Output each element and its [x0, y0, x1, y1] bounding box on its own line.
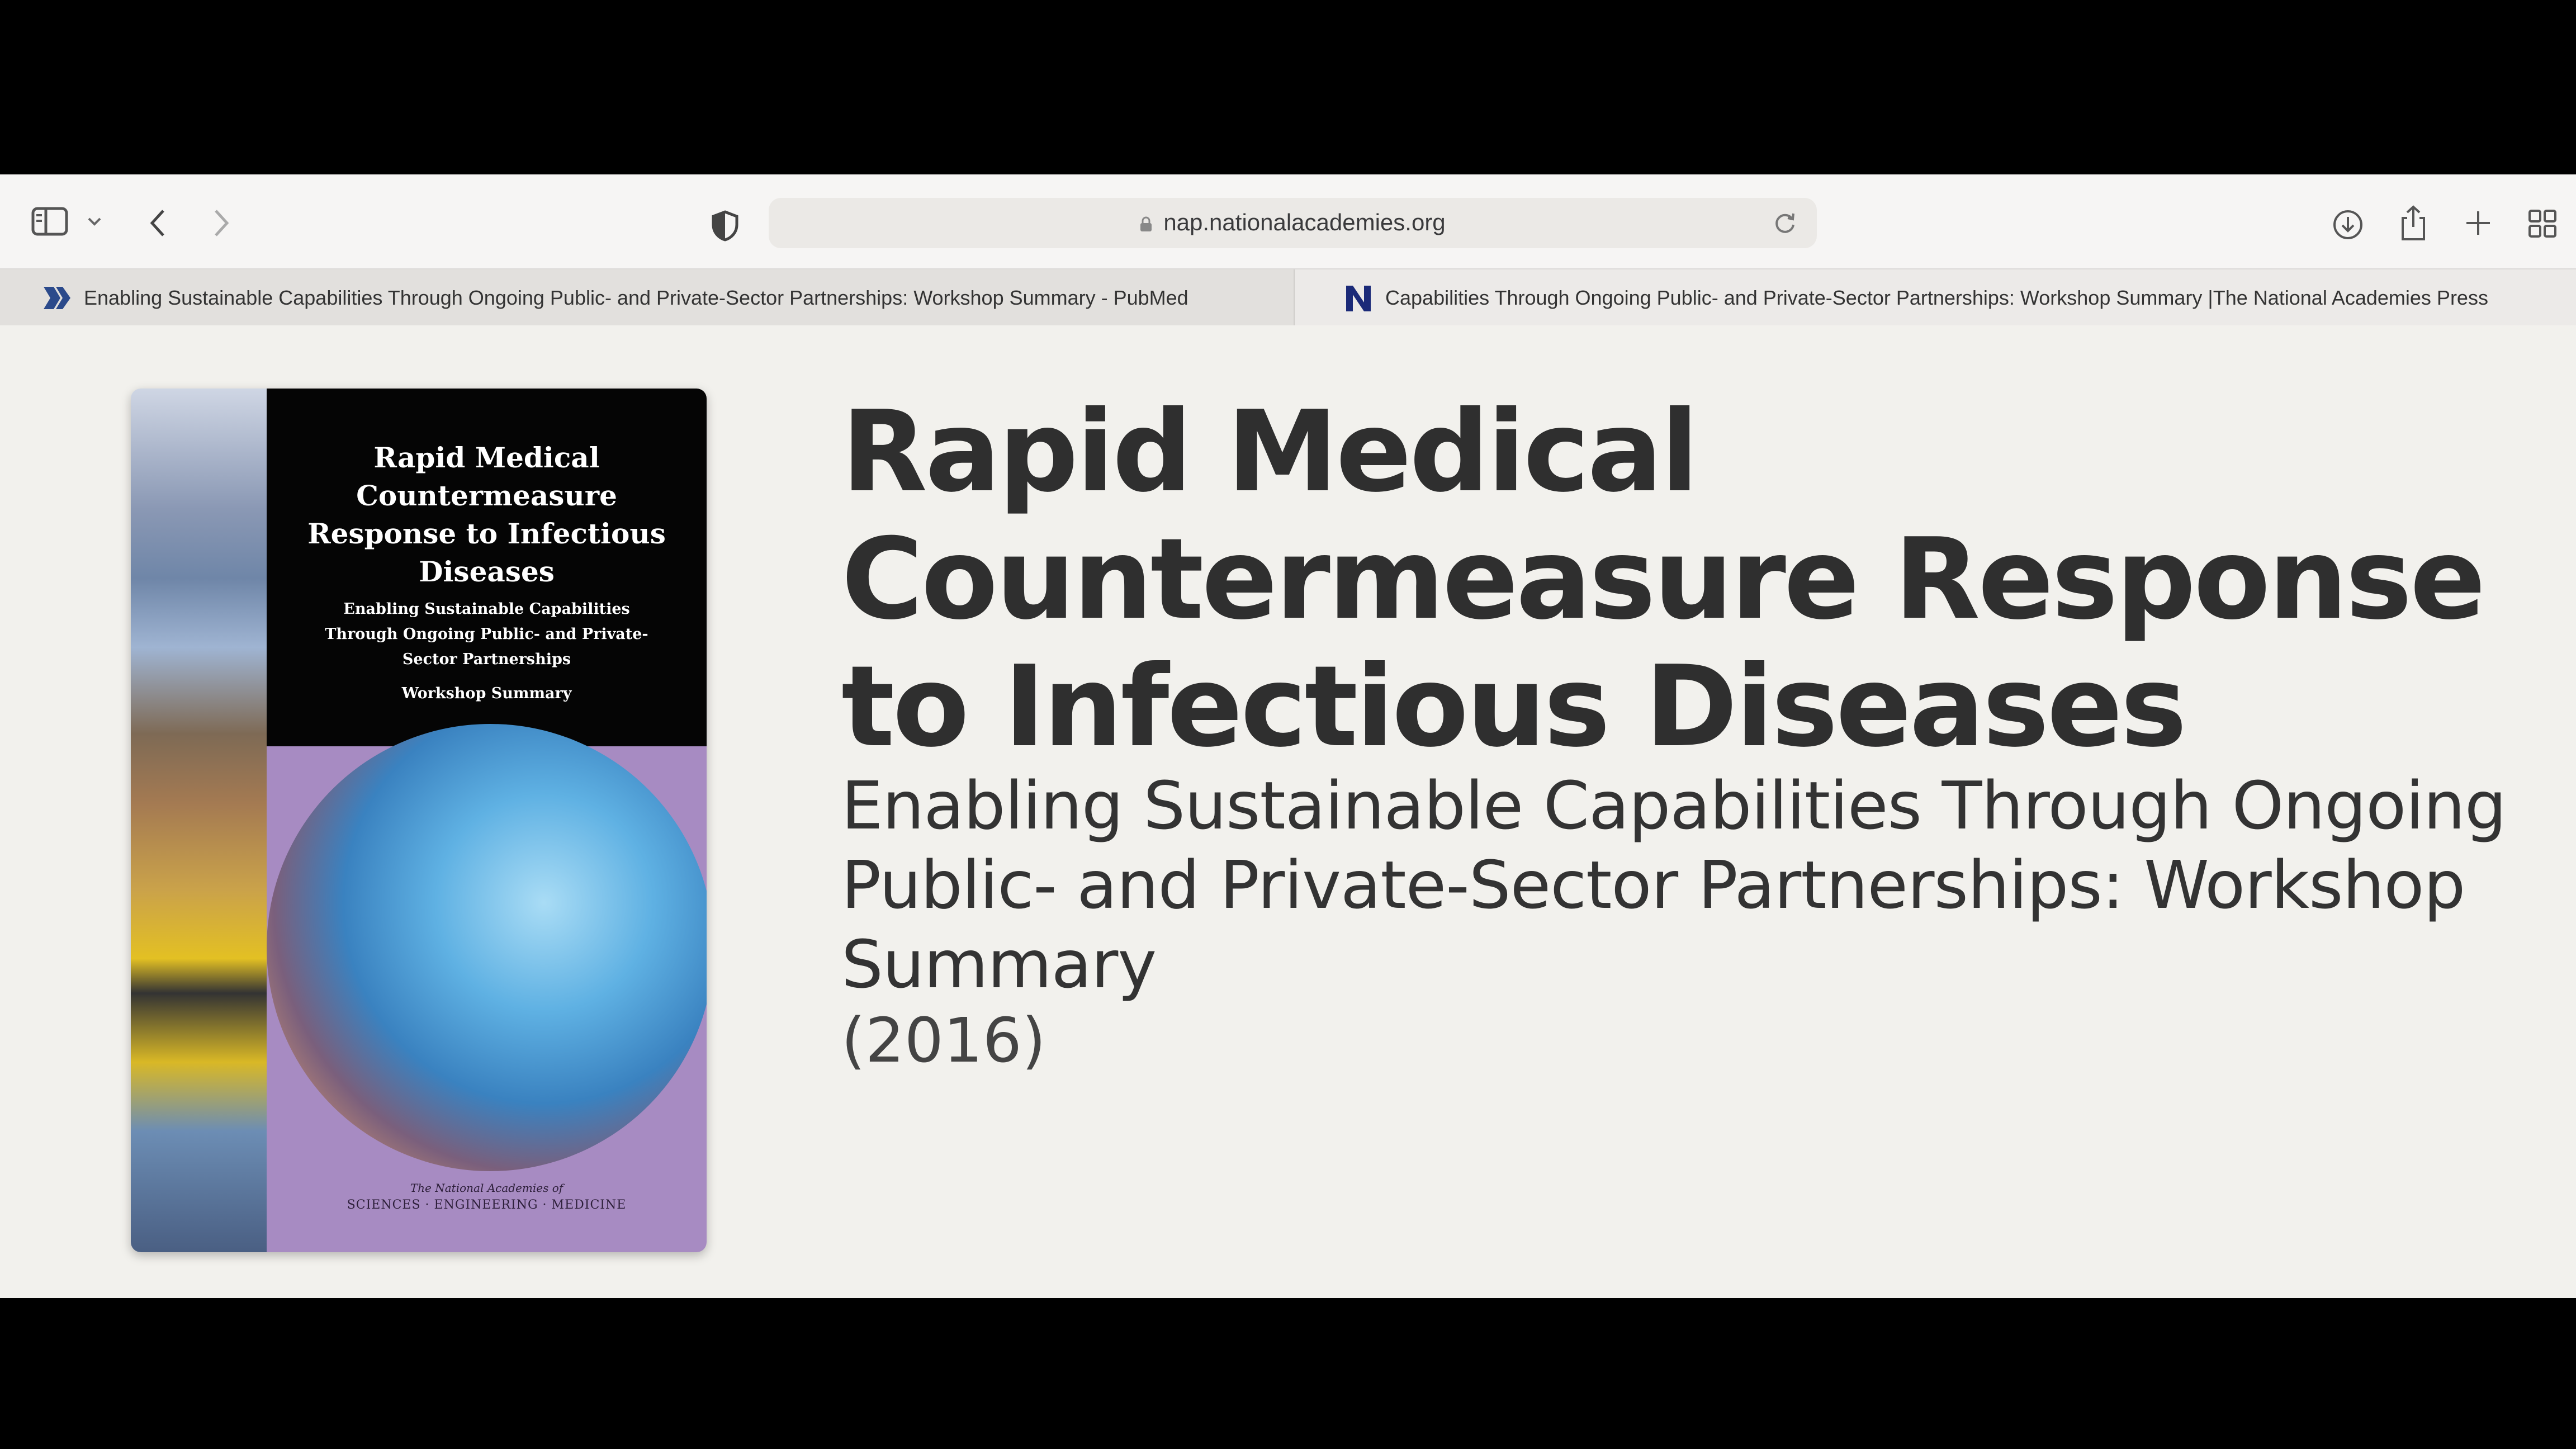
back-icon[interactable] — [146, 208, 169, 238]
pubmed-icon — [41, 282, 73, 314]
tab-overview-icon[interactable] — [2528, 209, 2557, 238]
tab-nap[interactable]: Capabilities Through Ongoing Public- and… — [1295, 269, 2576, 326]
address-bar[interactable]: nap.nationalacademies.org — [769, 198, 1817, 248]
sidebar-toggle-icon[interactable] — [31, 206, 68, 237]
tab-pubmed[interactable]: Enabling Sustainable Capabilities Throug… — [0, 269, 1294, 326]
url-text: nap.nationalacademies.org — [1163, 209, 1446, 235]
cover-subtitle: Enabling Sustainable Capabilities Throug… — [325, 600, 648, 668]
page-subtitle: Enabling Sustainable Capabilities Throug… — [841, 767, 2507, 1003]
cover-publisher-line1: The National Academies of — [410, 1181, 564, 1195]
cover-circle-photo — [267, 724, 707, 1171]
browser-window: nap.nationalacademies.org Enabling Susta… — [0, 174, 2576, 1298]
cover-title: Rapid Medical Countermeasure Response to… — [307, 441, 666, 588]
cover-photo-strip — [131, 389, 267, 1252]
tab-bar: Enabling Sustainable Capabilities Throug… — [0, 268, 2576, 328]
new-tab-icon[interactable] — [2464, 209, 2492, 237]
share-icon[interactable] — [2399, 205, 2427, 242]
reload-icon[interactable] — [1772, 210, 1798, 236]
browser-toolbar: nap.nationalacademies.org — [0, 174, 2576, 268]
cover-publisher-line2: SCIENCES · ENGINEERING · MEDICINE — [347, 1198, 627, 1212]
forward-icon[interactable] — [210, 208, 233, 238]
lock-icon — [1140, 211, 1152, 231]
privacy-shield-icon[interactable] — [711, 210, 739, 242]
chevron-down-icon[interactable] — [86, 215, 103, 228]
page-title: Rapid Medical Countermeasure Response to… — [841, 387, 2486, 772]
cover-workshop-label: Workshop Summary — [401, 685, 572, 702]
download-icon[interactable] — [2332, 209, 2364, 240]
book-cover-image[interactable]: Rapid Medical Countermeasure Response to… — [131, 389, 707, 1252]
nap-n-icon — [1343, 282, 1374, 314]
tab-label: Enabling Sustainable Capabilities Throug… — [84, 286, 1188, 309]
publication-year: (2016) — [841, 1005, 1046, 1076]
tab-label: Capabilities Through Ongoing Public- and… — [1385, 286, 2488, 309]
page-content: Rapid Medical Countermeasure Response to… — [0, 325, 2576, 1298]
